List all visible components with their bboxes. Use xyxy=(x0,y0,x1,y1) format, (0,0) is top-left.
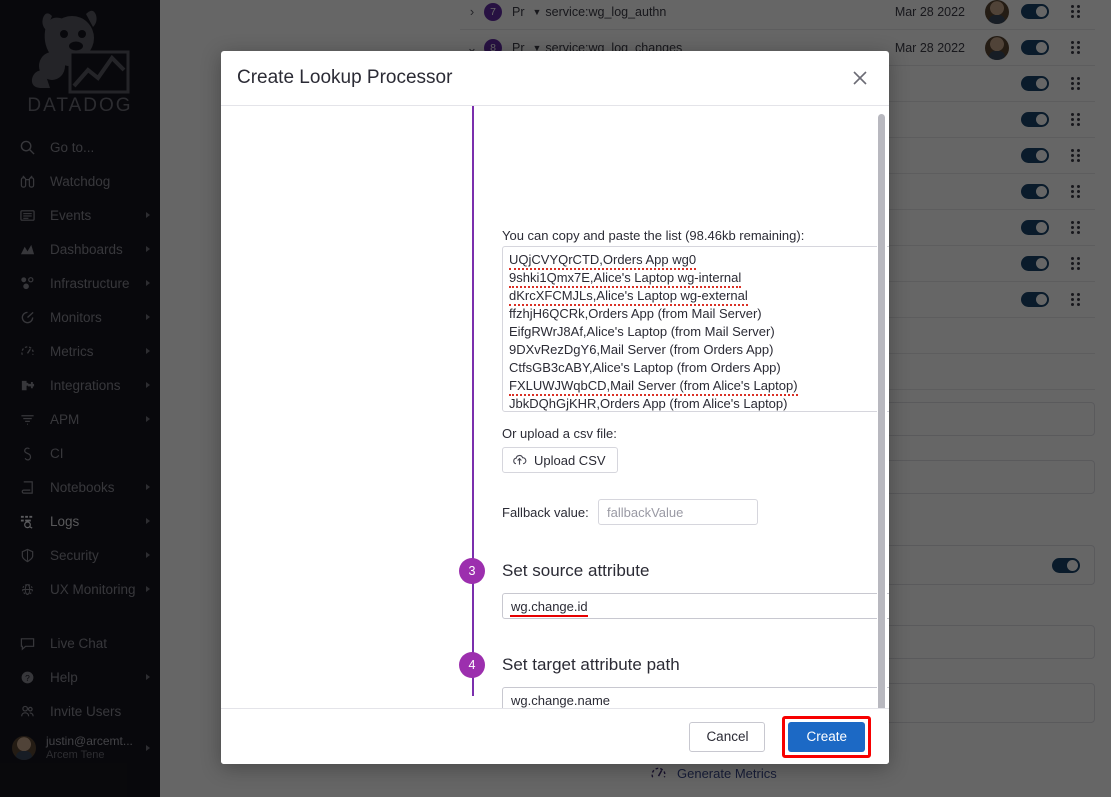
modal-footer: Cancel Create xyxy=(221,708,889,764)
lookup-line: CtfsGB3cABY,Alice's Laptop (from Orders … xyxy=(509,360,781,375)
step-title-source-attribute: Set source attribute xyxy=(502,561,650,580)
cloud-upload-icon xyxy=(512,453,527,467)
lookup-line: JbkDQhGjKHR,Orders App (from Alice's Lap… xyxy=(509,395,889,411)
step-title-target-attribute-path: Set target attribute path xyxy=(502,655,680,674)
fallback-value-label: Fallback value: xyxy=(502,505,589,520)
step-number-3: 3 xyxy=(459,558,485,584)
lookup-line: FXLUWJWqbCD,Mail Server (from Alice's La… xyxy=(509,377,889,396)
modal-body: You can copy and paste the list (98.46kb… xyxy=(221,106,889,708)
modal-scrollbar[interactable] xyxy=(877,110,887,708)
upload-csv-label: Or upload a csv file: xyxy=(502,426,617,441)
lookup-line: dKrcXFCMJLs,Alice's Laptop wg-external xyxy=(509,287,889,306)
upload-csv-button[interactable]: Upload CSV xyxy=(502,447,618,473)
lookup-line: 9shki1Qmx7E,Alice's Laptop wg-internal xyxy=(509,269,889,288)
lookup-line: UQjCVYQrCTD,Orders App wg0 xyxy=(509,251,889,270)
lookup-line: EifgRWrJ8Af,Alice's Laptop (from Mail Se… xyxy=(509,324,775,339)
step-number-4: 4 xyxy=(459,652,485,678)
create-lookup-processor-modal: Create Lookup Processor You can copy and… xyxy=(221,51,889,764)
upload-csv-label: Upload CSV xyxy=(534,452,606,468)
spellcheck-underline xyxy=(510,615,588,617)
create-button[interactable]: Create xyxy=(788,721,865,752)
fallback-value-input[interactable] xyxy=(598,499,758,525)
steps-rail xyxy=(472,106,474,696)
lookup-line: 9DXvRezDgY6,Mail Server (from Orders App… xyxy=(509,342,774,357)
lookup-list-label: You can copy and paste the list (98.46kb… xyxy=(502,228,805,243)
lookup-list-textarea[interactable]: UQjCVYQrCTD,Orders App wg0 9shki1Qmx7E,A… xyxy=(502,246,889,412)
target-attribute-path-input[interactable] xyxy=(502,687,889,708)
page-title: Create Lookup Processor xyxy=(237,67,453,88)
modal-header: Create Lookup Processor xyxy=(221,51,889,106)
modal-scrollbar-thumb[interactable] xyxy=(878,114,885,708)
lookup-line: ffzhjH6QCRk,Orders App (from Mail Server… xyxy=(509,306,762,321)
modal-body-content: You can copy and paste the list (98.46kb… xyxy=(221,106,889,708)
cancel-button[interactable]: Cancel xyxy=(689,721,766,752)
create-button-highlight: Create xyxy=(782,715,871,758)
close-icon[interactable] xyxy=(845,63,875,93)
